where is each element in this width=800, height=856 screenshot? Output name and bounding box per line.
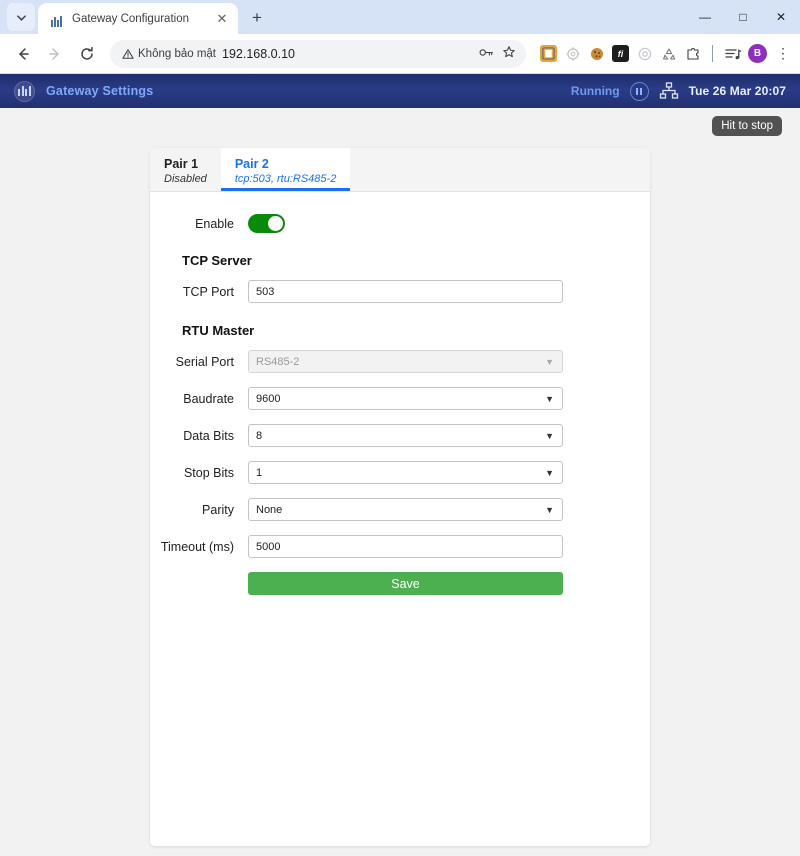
parity-label: Parity — [202, 502, 234, 517]
settings-card: Pair 1 Disabled Pair 2 tcp:503, rtu:RS48… — [150, 148, 650, 846]
app-header-right: Running Tue 26 Mar 20:07 — [571, 74, 786, 108]
network-topology-icon[interactable] — [659, 82, 679, 100]
app-header: Gateway Settings Running Tue 26 Mar 20:0… — [0, 74, 800, 108]
extension-cookie-icon[interactable] — [588, 45, 605, 62]
timeout-label: Timeout (ms) — [160, 539, 234, 554]
arrow-right-icon — [49, 47, 59, 60]
serial-port-value: RS485-2 — [256, 355, 300, 368]
tcp-server-heading: TCP Server — [182, 253, 252, 268]
page-body: Hit to stop Pair 1 Disabled Pair 2 tcp:5… — [0, 108, 800, 856]
save-row: Save — [150, 572, 650, 595]
tab-pair-2-label: Pair 2 — [234, 157, 269, 171]
data-bits-select[interactable]: 8 ▼ — [248, 424, 563, 447]
serial-port-row: Serial Port RS485-2 ▼ — [150, 350, 650, 373]
url-text: 192.168.0.10 — [222, 46, 296, 61]
extension-fi-icon[interactable]: fi — [612, 45, 629, 62]
chevron-down-icon: ▼ — [545, 504, 554, 515]
toolbar-divider — [712, 45, 713, 62]
app-title: Gateway Settings — [46, 84, 154, 98]
back-button[interactable] — [8, 39, 38, 69]
tab-search-button[interactable] — [7, 3, 35, 31]
status-badge: Running — [570, 84, 620, 98]
timeout-row: Timeout (ms) 5000 — [150, 535, 650, 558]
toggle-knob — [268, 216, 283, 231]
new-tab-button[interactable]: + — [244, 5, 270, 31]
gateway-logo-icon — [14, 80, 35, 102]
browser-toolbar: Không bảo mật 192.168.0.10 fi B ⋮ — [0, 34, 800, 74]
tab-pair-1[interactable]: Pair 1 Disabled — [150, 148, 221, 191]
arrow-left-icon — [19, 47, 29, 60]
profile-avatar[interactable]: B — [748, 44, 767, 63]
tab-pair-2-sublabel: tcp:503, rtu:RS485-2 — [234, 173, 337, 185]
pair-settings-form: Enable TCP Server TCP Port 503 RTU Maste… — [150, 192, 650, 595]
save-button[interactable]: Save — [248, 572, 563, 595]
downloads-list-icon[interactable] — [724, 45, 741, 62]
parity-row: Parity None ▼ — [150, 498, 650, 521]
forward-button[interactable] — [40, 39, 70, 69]
close-window-button[interactable]: ✕ — [762, 0, 800, 34]
tab-pair-2[interactable]: Pair 2 tcp:503, rtu:RS485-2 — [220, 148, 351, 191]
baudrate-select[interactable]: 9600 ▼ — [248, 387, 563, 410]
window-controls: — □ ✕ — [686, 0, 800, 34]
extension-gear-icon[interactable] — [564, 45, 581, 62]
data-bits-row: Data Bits 8 ▼ — [150, 424, 650, 447]
browser-tab[interactable]: Gateway Configuration ✕ — [38, 3, 238, 34]
enable-row: Enable — [150, 214, 650, 233]
baudrate-label: Baudrate — [183, 391, 234, 406]
chevron-down-icon: ▼ — [545, 430, 554, 441]
baudrate-row: Baudrate 9600 ▼ — [150, 387, 650, 410]
reload-icon — [81, 46, 93, 60]
page-viewport: Gateway Settings Running Tue 26 Mar 20:0… — [0, 74, 800, 856]
clock: Tue 26 Mar 20:07 — [688, 84, 786, 98]
warning-triangle-icon — [122, 48, 134, 59]
parity-select[interactable]: None ▼ — [248, 498, 563, 521]
chevron-down-icon — [16, 14, 26, 21]
timeout-input[interactable]: 5000 — [248, 535, 563, 558]
minimize-button[interactable]: — — [686, 0, 724, 34]
security-indicator[interactable]: Không bảo mật — [122, 48, 216, 60]
maximize-button[interactable]: □ — [724, 0, 762, 34]
tcp-port-label: TCP Port — [182, 284, 234, 299]
tcp-port-row: TCP Port 503 — [150, 280, 650, 303]
parity-value: None — [256, 503, 283, 516]
serial-port-select: RS485-2 ▼ — [248, 350, 563, 373]
chevron-down-icon: ▼ — [545, 393, 554, 404]
stop-bits-label: Stop Bits — [183, 465, 234, 480]
close-icon[interactable]: ✕ — [214, 11, 230, 27]
tcp-port-input[interactable]: 503 — [248, 280, 563, 303]
security-label: Không bảo mật — [138, 47, 217, 60]
browser-tab-strip: Gateway Configuration ✕ + — □ ✕ — [0, 0, 800, 34]
tab-pair-1-label: Pair 1 — [164, 157, 199, 171]
factory-icon — [48, 11, 64, 27]
extension-puzzle-icon[interactable] — [684, 45, 701, 62]
browser-tab-title: Gateway Configuration — [72, 12, 189, 25]
star-icon[interactable] — [502, 45, 516, 62]
pair-tabs: Pair 1 Disabled Pair 2 tcp:503, rtu:RS48… — [150, 148, 650, 192]
data-bits-label: Data Bits — [183, 428, 234, 443]
stop-bits-value: 1 — [256, 466, 263, 479]
serial-port-label: Serial Port — [175, 354, 234, 369]
stop-bits-select[interactable]: 1 ▼ — [248, 461, 563, 484]
stop-bits-row: Stop Bits 1 ▼ — [150, 461, 650, 484]
key-icon[interactable] — [479, 46, 494, 62]
rtu-master-heading: RTU Master — [182, 323, 255, 338]
stop-tooltip: Hit to stop — [712, 116, 782, 136]
kebab-menu-icon[interactable]: ⋮ — [774, 45, 792, 62]
pause-circle-icon[interactable] — [629, 81, 649, 101]
chevron-down-icon: ▼ — [545, 356, 554, 367]
extension-target-icon[interactable] — [636, 45, 653, 62]
data-bits-value: 8 — [256, 429, 263, 442]
reload-button[interactable] — [72, 39, 102, 69]
baudrate-value: 9600 — [256, 392, 281, 405]
tab-pair-1-sublabel: Disabled — [164, 173, 207, 185]
browser-window: Gateway Configuration ✕ + — □ ✕ Không bả… — [0, 0, 800, 856]
enable-toggle[interactable] — [248, 214, 285, 233]
chevron-down-icon: ▼ — [545, 467, 554, 478]
extension-icons: fi B ⋮ — [534, 44, 792, 63]
extension-picture-icon[interactable] — [540, 45, 557, 62]
enable-label: Enable — [195, 216, 234, 231]
address-bar[interactable]: Không bảo mật 192.168.0.10 — [110, 39, 526, 68]
extension-recycle-icon[interactable] — [660, 45, 677, 62]
